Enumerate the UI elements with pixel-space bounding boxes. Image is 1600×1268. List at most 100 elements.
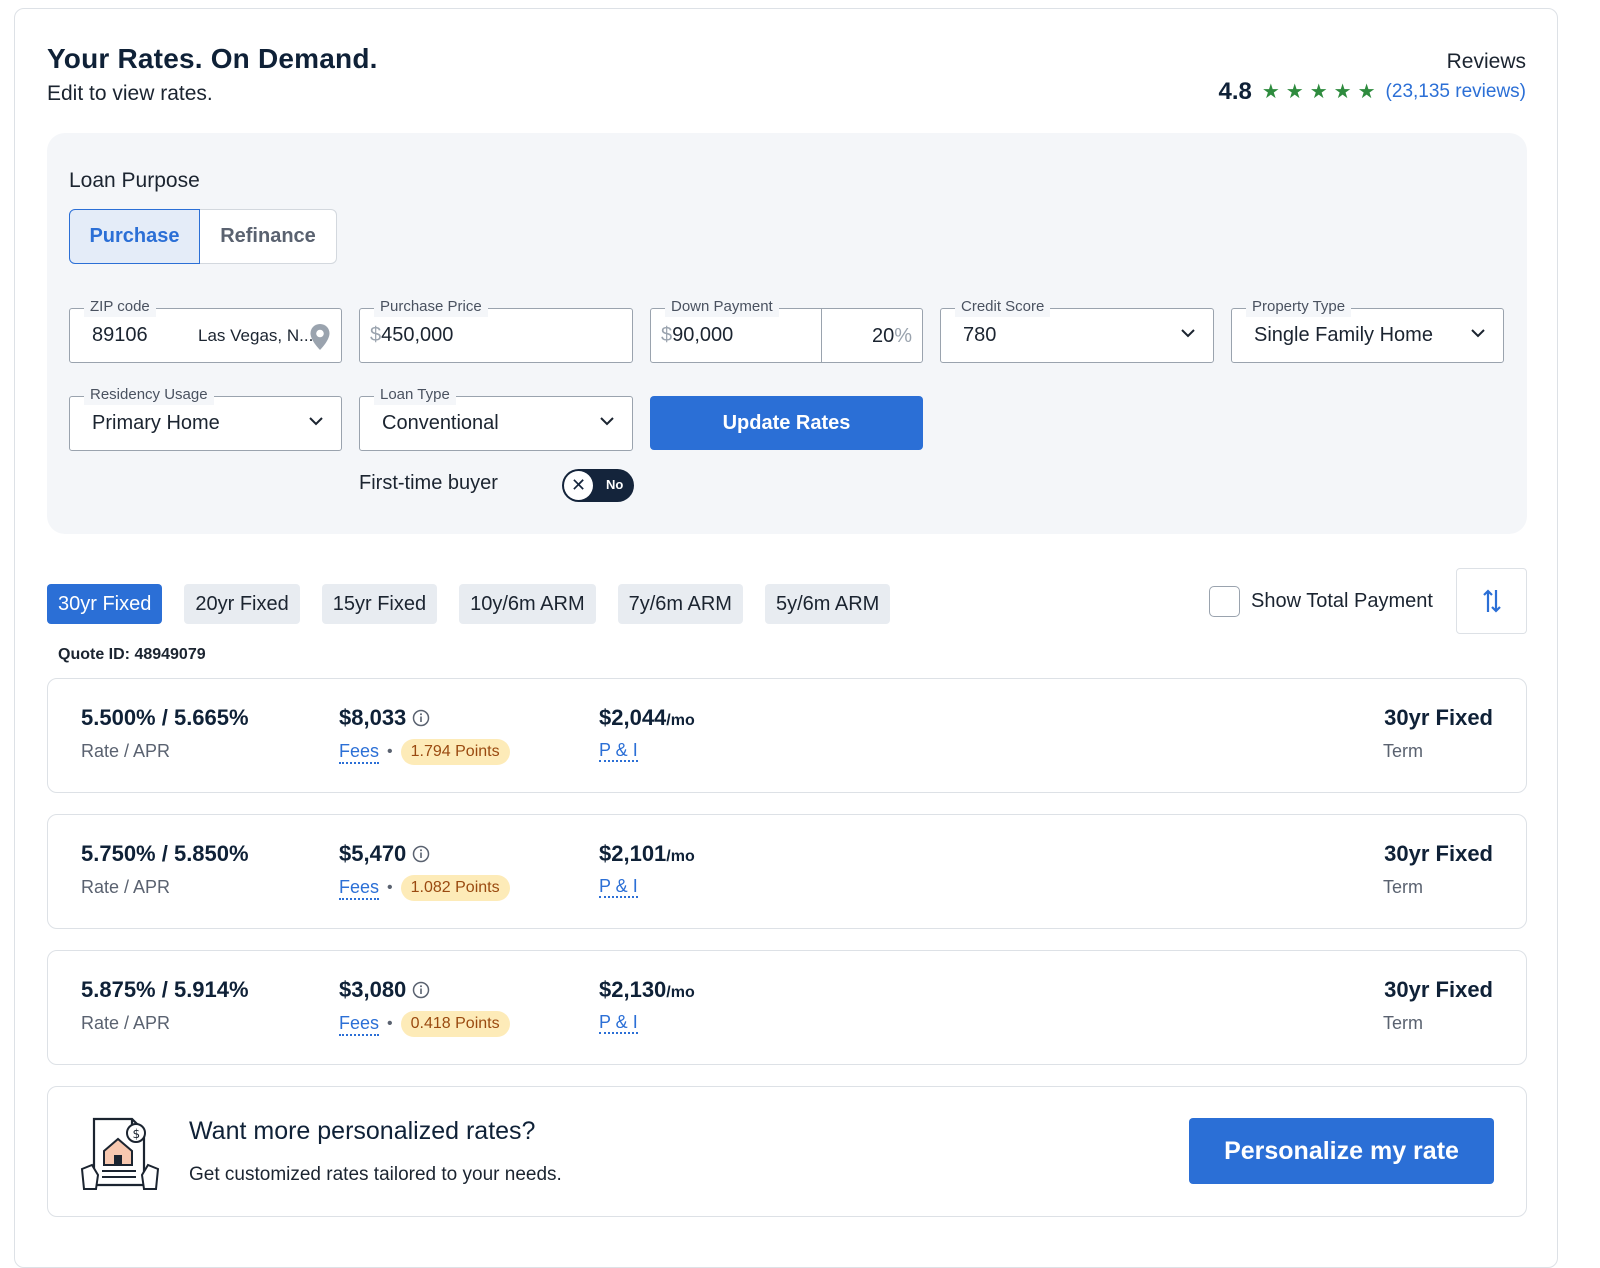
show-total-payment[interactable]: Show Total Payment bbox=[1209, 586, 1433, 617]
separator-dot: • bbox=[387, 879, 393, 896]
first-time-buyer-label: First-time buyer bbox=[359, 472, 498, 494]
personalize-promo: $ Want more personalized rates? Get cust… bbox=[47, 1086, 1527, 1217]
reviews-heading: Reviews bbox=[1446, 50, 1526, 73]
tab-15yr-fixed[interactable]: 15yr Fixed bbox=[321, 584, 438, 624]
rate-card[interactable]: 5.500% / 5.665% Rate / APR $8,033 Fees •… bbox=[47, 678, 1527, 793]
reviews-summary: 4.8 ★ ★ ★ ★ ★ (23,135 reviews) bbox=[1218, 78, 1526, 106]
chevron-down-icon bbox=[1471, 329, 1485, 338]
payment-value: $2,044 bbox=[599, 705, 667, 730]
fees-details: Fees • 0.418 Points bbox=[339, 1011, 510, 1037]
rate-apr-label: Rate / APR bbox=[81, 741, 171, 761]
points-badge: 0.418 Points bbox=[400, 1011, 510, 1037]
payment-value: $2,101 bbox=[599, 841, 667, 866]
star-icon: ★ bbox=[1357, 81, 1376, 103]
fees-amount: $5,470 bbox=[339, 841, 430, 867]
rate-apr: 5.500% / 5.665% bbox=[81, 705, 249, 730]
toggle-state-text: No bbox=[606, 477, 624, 492]
promo-title: Want more personalized rates? bbox=[189, 1117, 536, 1145]
purchase-price-input: $450,000 bbox=[360, 324, 453, 347]
fees-details: Fees • 1.082 Points bbox=[339, 875, 510, 901]
fees-link[interactable]: Fees bbox=[339, 740, 380, 764]
rate-card[interactable]: 5.875% / 5.914% Rate / APR $3,080 Fees •… bbox=[47, 950, 1527, 1065]
first-time-buyer-toggle[interactable]: ✕ No bbox=[562, 469, 634, 502]
pi-link[interactable]: P & I bbox=[599, 740, 638, 762]
down-payment-percent-value: 20 bbox=[871, 325, 895, 347]
purchase-price-field[interactable]: Purchase Price $450,000 bbox=[359, 297, 633, 363]
property-type-select[interactable]: Property Type Single Family Home bbox=[1231, 297, 1504, 363]
per-month: /mo bbox=[666, 848, 695, 865]
term-value: 30yr Fixed bbox=[1384, 841, 1493, 866]
rate-apr-label: Rate / APR bbox=[81, 1013, 171, 1033]
zip-code-value: 89106 bbox=[92, 324, 148, 346]
fees-value: $8,033 bbox=[339, 705, 407, 730]
down-payment-label: Down Payment bbox=[665, 297, 779, 317]
fees-value: $5,470 bbox=[339, 841, 407, 866]
purpose-refinance-button[interactable]: Refinance bbox=[200, 209, 337, 264]
tab-30yr-fixed[interactable]: 30yr Fixed bbox=[47, 584, 163, 624]
chevron-down-icon bbox=[309, 417, 323, 426]
reviews-count-link[interactable]: (23,135 reviews) bbox=[1386, 81, 1526, 103]
sort-arrows-icon bbox=[1482, 589, 1501, 613]
tab-7y-6m-arm[interactable]: 7y/6m ARM bbox=[617, 584, 743, 624]
show-total-payment-checkbox[interactable] bbox=[1209, 586, 1240, 617]
zip-city: Las Vegas, N... bbox=[198, 326, 314, 345]
reviews-score: 4.8 bbox=[1218, 78, 1252, 105]
svg-text:$: $ bbox=[133, 1127, 141, 1141]
residency-usage-select[interactable]: Residency Usage Primary Home bbox=[69, 385, 342, 451]
personalize-rate-button[interactable]: Personalize my rate bbox=[1189, 1118, 1494, 1184]
chevron-down-icon bbox=[600, 417, 614, 426]
per-month: /mo bbox=[666, 984, 695, 1001]
update-rates-button[interactable]: Update Rates bbox=[650, 396, 923, 450]
separator-dot: • bbox=[387, 1015, 393, 1032]
term-label: Term bbox=[1383, 877, 1423, 897]
residency-usage-value: Primary Home bbox=[92, 412, 220, 434]
pi-link[interactable]: P & I bbox=[599, 876, 638, 898]
quote-id: Quote ID: 48949079 bbox=[58, 646, 206, 663]
purchase-price-label: Purchase Price bbox=[374, 297, 488, 317]
term-value: 30yr Fixed bbox=[1384, 977, 1493, 1002]
credit-score-label: Credit Score bbox=[955, 297, 1051, 317]
tab-5y-6m-arm[interactable]: 5y/6m ARM bbox=[764, 584, 891, 624]
loan-type-value: Conventional bbox=[382, 412, 499, 434]
page-title: Your Rates. On Demand. bbox=[47, 43, 378, 74]
term-tabs: 30yr Fixed 20yr Fixed 15yr Fixed 10y/6m … bbox=[47, 584, 891, 624]
sort-button[interactable] bbox=[1456, 568, 1527, 634]
purpose-purchase-button[interactable]: Purchase bbox=[69, 209, 200, 264]
star-icon: ★ bbox=[1333, 81, 1352, 103]
term-label: Term bbox=[1383, 741, 1423, 761]
term-value: 30yr Fixed bbox=[1384, 705, 1493, 730]
property-type-label: Property Type bbox=[1246, 297, 1352, 317]
fees-link[interactable]: Fees bbox=[339, 1012, 380, 1036]
tab-20yr-fixed[interactable]: 20yr Fixed bbox=[184, 584, 300, 624]
monthly-payment: $2,130/mo bbox=[599, 977, 695, 1003]
star-icon: ★ bbox=[1309, 81, 1328, 103]
tab-10y-6m-arm[interactable]: 10y/6m ARM bbox=[459, 584, 596, 624]
info-icon[interactable] bbox=[412, 981, 430, 999]
info-icon[interactable] bbox=[412, 845, 430, 863]
show-total-payment-label: Show Total Payment bbox=[1251, 590, 1433, 612]
payment-value: $2,130 bbox=[599, 977, 667, 1002]
fees-link[interactable]: Fees bbox=[339, 876, 380, 900]
down-payment-field[interactable]: Down Payment $90,000 20% bbox=[650, 297, 923, 363]
down-payment-value: 90,000 bbox=[672, 324, 734, 346]
fees-amount: $3,080 bbox=[339, 977, 430, 1003]
purchase-price-value: 450,000 bbox=[381, 324, 454, 346]
rate-card[interactable]: 5.750% / 5.850% Rate / APR $5,470 Fees •… bbox=[47, 814, 1527, 929]
fees-amount: $8,033 bbox=[339, 705, 430, 731]
pi-details: P & I bbox=[599, 875, 638, 898]
loan-type-select[interactable]: Loan Type Conventional bbox=[359, 385, 633, 451]
info-icon[interactable] bbox=[412, 709, 430, 727]
currency-symbol: $ bbox=[661, 324, 673, 346]
percent-symbol: % bbox=[894, 325, 912, 347]
pi-link[interactable]: P & I bbox=[599, 1012, 638, 1034]
star-icon: ★ bbox=[1261, 81, 1280, 103]
property-type-value: Single Family Home bbox=[1254, 324, 1433, 346]
loan-purpose-label: Loan Purpose bbox=[69, 169, 200, 192]
zip-code-field[interactable]: ZIP code 89106 Las Vegas, N... bbox=[69, 297, 342, 363]
credit-score-value: 780 bbox=[963, 324, 997, 346]
credit-score-select[interactable]: Credit Score 780 bbox=[940, 297, 1214, 363]
fees-details: Fees • 1.794 Points bbox=[339, 739, 510, 765]
down-payment-percent[interactable]: 20% bbox=[872, 325, 912, 348]
field-divider bbox=[821, 309, 822, 362]
close-x-icon: ✕ bbox=[564, 471, 593, 500]
